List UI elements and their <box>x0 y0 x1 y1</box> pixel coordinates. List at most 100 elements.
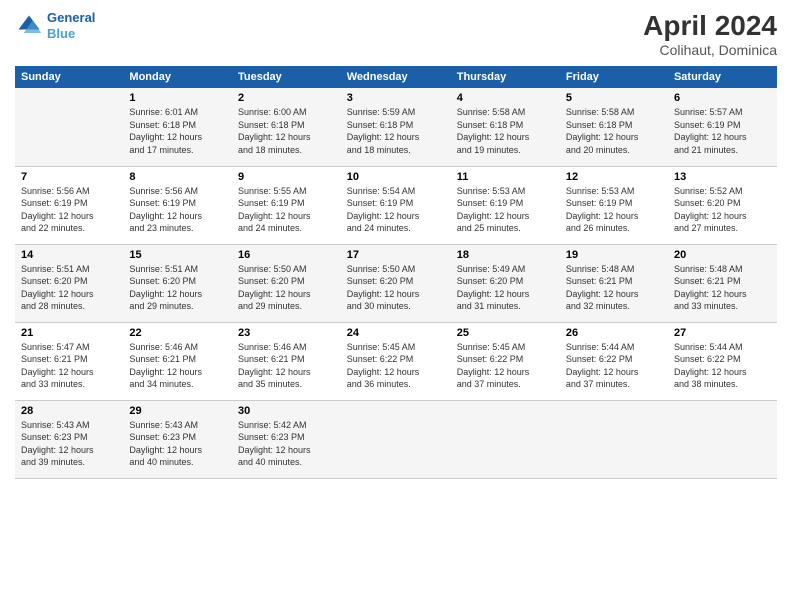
day-info: Sunrise: 5:42 AM Sunset: 6:23 PM Dayligh… <box>238 419 335 469</box>
logo: General Blue <box>15 10 95 41</box>
day-info: Sunrise: 5:51 AM Sunset: 6:20 PM Dayligh… <box>21 263 117 313</box>
day-info: Sunrise: 5:57 AM Sunset: 6:19 PM Dayligh… <box>674 106 771 156</box>
day-number: 21 <box>21 327 117 339</box>
day-info: Sunrise: 5:59 AM Sunset: 6:18 PM Dayligh… <box>347 106 445 156</box>
day-number: 24 <box>347 327 445 339</box>
day-cell: 22 Sunrise: 5:46 AM Sunset: 6:21 PM Dayli… <box>123 322 232 400</box>
day-info: Sunrise: 5:56 AM Sunset: 6:19 PM Dayligh… <box>21 185 117 235</box>
day-number: 26 <box>566 327 662 339</box>
day-info: Sunrise: 5:54 AM Sunset: 6:19 PM Dayligh… <box>347 185 445 235</box>
day-number: 15 <box>129 249 226 261</box>
day-info: Sunrise: 5:55 AM Sunset: 6:19 PM Dayligh… <box>238 185 335 235</box>
day-number: 16 <box>238 249 335 261</box>
day-number: 29 <box>129 405 226 417</box>
page-container: General Blue April 2024 Colihaut, Domini… <box>0 0 792 489</box>
day-cell: 3 Sunrise: 5:59 AM Sunset: 6:18 PM Daylig… <box>341 88 451 166</box>
day-info: Sunrise: 5:56 AM Sunset: 6:19 PM Dayligh… <box>129 185 226 235</box>
day-number: 4 <box>457 92 554 104</box>
logo-icon <box>15 12 43 40</box>
day-cell: 15Sunrise: 5:51 AM Sunset: 6:20 PM Dayli… <box>123 244 232 322</box>
day-info: Sunrise: 5:43 AM Sunset: 6:23 PM Dayligh… <box>129 419 226 469</box>
day-info: Sunrise: 5:58 AM Sunset: 6:18 PM Dayligh… <box>566 106 662 156</box>
day-number: 6 <box>674 92 771 104</box>
day-number: 3 <box>347 92 445 104</box>
day-cell <box>15 88 123 166</box>
day-info: Sunrise: 5:48 AM Sunset: 6:21 PM Dayligh… <box>566 263 662 313</box>
day-cell: 23Sunrise: 5:46 AM Sunset: 6:21 PM Dayli… <box>232 322 341 400</box>
day-cell: 4 Sunrise: 5:58 AM Sunset: 6:18 PM Daylig… <box>451 88 560 166</box>
day-cell <box>560 400 668 478</box>
day-info: Sunrise: 5:53 AM Sunset: 6:19 PM Dayligh… <box>457 185 554 235</box>
page-header: General Blue April 2024 Colihaut, Domini… <box>15 10 777 58</box>
day-info: Sunrise: 5:47 AM Sunset: 6:21 PM Dayligh… <box>21 341 117 391</box>
header-thursday: Thursday <box>451 66 560 88</box>
day-number: 12 <box>566 171 662 183</box>
day-cell: 24 Sunrise: 5:45 AM Sunset: 6:22 PM Dayli… <box>341 322 451 400</box>
day-cell: 1 Sunrise: 6:01 AM Sunset: 6:18 PM Daylig… <box>123 88 232 166</box>
day-cell: 12 Sunrise: 5:53 AM Sunset: 6:19 PM Dayli… <box>560 166 668 244</box>
day-info: Sunrise: 5:45 AM Sunset: 6:22 PM Dayligh… <box>347 341 445 391</box>
day-cell: 26 Sunrise: 5:44 AM Sunset: 6:22 PM Dayli… <box>560 322 668 400</box>
day-number: 14 <box>21 249 117 261</box>
week-row-1: 1 Sunrise: 6:01 AM Sunset: 6:18 PM Daylig… <box>15 88 777 166</box>
day-info: Sunrise: 5:50 AM Sunset: 6:20 PM Dayligh… <box>238 263 335 313</box>
day-number: 10 <box>347 171 445 183</box>
day-number: 7 <box>21 171 117 183</box>
day-info: Sunrise: 5:52 AM Sunset: 6:20 PM Dayligh… <box>674 185 771 235</box>
logo-line2: Blue <box>47 26 75 41</box>
day-cell: 25Sunrise: 5:45 AM Sunset: 6:22 PM Dayli… <box>451 322 560 400</box>
day-info: Sunrise: 5:44 AM Sunset: 6:22 PM Dayligh… <box>566 341 662 391</box>
day-info: Sunrise: 5:58 AM Sunset: 6:18 PM Dayligh… <box>457 106 554 156</box>
week-row-4: 21 Sunrise: 5:47 AM Sunset: 6:21 PM Dayli… <box>15 322 777 400</box>
logo-line1: General <box>47 10 95 25</box>
day-cell: 21 Sunrise: 5:47 AM Sunset: 6:21 PM Dayli… <box>15 322 123 400</box>
day-cell: 11 Sunrise: 5:53 AM Sunset: 6:19 PM Dayli… <box>451 166 560 244</box>
day-info: Sunrise: 5:53 AM Sunset: 6:19 PM Dayligh… <box>566 185 662 235</box>
day-cell: 30Sunrise: 5:42 AM Sunset: 6:23 PM Dayli… <box>232 400 341 478</box>
day-number: 1 <box>129 92 226 104</box>
day-cell: 18 Sunrise: 5:49 AM Sunset: 6:20 PM Dayli… <box>451 244 560 322</box>
week-row-5: 28 Sunrise: 5:43 AM Sunset: 6:23 PM Dayli… <box>15 400 777 478</box>
calendar-header: Sunday Monday Tuesday Wednesday Thursday… <box>15 66 777 88</box>
day-cell: 19 Sunrise: 5:48 AM Sunset: 6:21 PM Dayli… <box>560 244 668 322</box>
day-cell <box>451 400 560 478</box>
day-cell: 27Sunrise: 5:44 AM Sunset: 6:22 PM Dayli… <box>668 322 777 400</box>
header-friday: Friday <box>560 66 668 88</box>
day-cell: 20Sunrise: 5:48 AM Sunset: 6:21 PM Dayli… <box>668 244 777 322</box>
calendar-title: April 2024 <box>643 10 777 42</box>
day-cell: 13 Sunrise: 5:52 AM Sunset: 6:20 PM Dayli… <box>668 166 777 244</box>
day-number: 17 <box>347 249 445 261</box>
day-number: 22 <box>129 327 226 339</box>
day-cell: 28 Sunrise: 5:43 AM Sunset: 6:23 PM Dayli… <box>15 400 123 478</box>
calendar-table: Sunday Monday Tuesday Wednesday Thursday… <box>15 66 777 479</box>
day-cell: 29 Sunrise: 5:43 AM Sunset: 6:23 PM Dayli… <box>123 400 232 478</box>
day-cell: 10 Sunrise: 5:54 AM Sunset: 6:19 PM Dayli… <box>341 166 451 244</box>
day-cell: 9Sunrise: 5:55 AM Sunset: 6:19 PM Daylig… <box>232 166 341 244</box>
day-number: 13 <box>674 171 771 183</box>
day-number: 28 <box>21 405 117 417</box>
day-cell <box>668 400 777 478</box>
header-tuesday: Tuesday <box>232 66 341 88</box>
day-number: 19 <box>566 249 662 261</box>
calendar-body: 1 Sunrise: 6:01 AM Sunset: 6:18 PM Daylig… <box>15 88 777 478</box>
calendar-location: Colihaut, Dominica <box>643 42 777 58</box>
logo-text: General Blue <box>47 10 95 41</box>
day-info: Sunrise: 5:44 AM Sunset: 6:22 PM Dayligh… <box>674 341 771 391</box>
day-number: 18 <box>457 249 554 261</box>
day-number: 8 <box>129 171 226 183</box>
title-block: April 2024 Colihaut, Dominica <box>643 10 777 58</box>
day-cell: 5Sunrise: 5:58 AM Sunset: 6:18 PM Daylig… <box>560 88 668 166</box>
day-info: Sunrise: 5:43 AM Sunset: 6:23 PM Dayligh… <box>21 419 117 469</box>
header-sunday: Sunday <box>15 66 123 88</box>
day-cell: 2Sunrise: 6:00 AM Sunset: 6:18 PM Daylig… <box>232 88 341 166</box>
day-number: 11 <box>457 171 554 183</box>
day-number: 25 <box>457 327 554 339</box>
day-info: Sunrise: 5:49 AM Sunset: 6:20 PM Dayligh… <box>457 263 554 313</box>
week-row-3: 14 Sunrise: 5:51 AM Sunset: 6:20 PM Dayli… <box>15 244 777 322</box>
day-cell <box>341 400 451 478</box>
day-info: Sunrise: 5:50 AM Sunset: 6:20 PM Dayligh… <box>347 263 445 313</box>
header-wednesday: Wednesday <box>341 66 451 88</box>
day-info: Sunrise: 5:46 AM Sunset: 6:21 PM Dayligh… <box>238 341 335 391</box>
day-info: Sunrise: 6:01 AM Sunset: 6:18 PM Dayligh… <box>129 106 226 156</box>
day-info: Sunrise: 5:46 AM Sunset: 6:21 PM Dayligh… <box>129 341 226 391</box>
